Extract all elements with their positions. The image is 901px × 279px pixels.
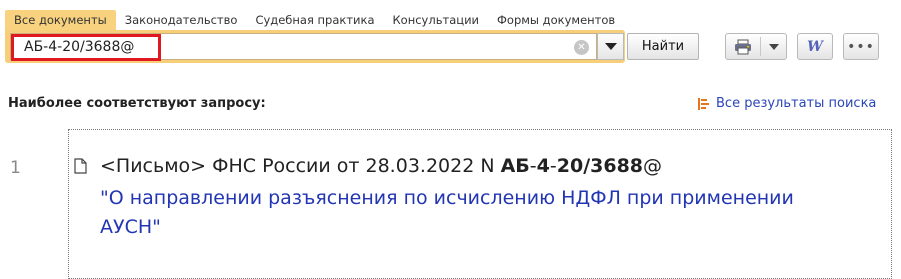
search-input[interactable]: АБ-4-20/3688@ ✕	[10, 33, 597, 61]
find-button[interactable]: Найти	[627, 33, 699, 60]
search-history-dropdown-button[interactable]	[597, 33, 624, 60]
document-icon	[74, 158, 87, 174]
tab-all-documents[interactable]: Все документы	[5, 10, 116, 30]
result-code-part: АБ	[500, 155, 530, 177]
tab-court-practice[interactable]: Судебная практика	[246, 10, 383, 30]
print-button[interactable]	[725, 33, 787, 60]
result-number: 1	[10, 158, 21, 178]
result-title-link[interactable]: "О направлении разъяснения по исчислению…	[100, 184, 860, 242]
export-to-word-button[interactable]: W	[797, 33, 833, 60]
search-tabs: Все документы Законодательство Судебная …	[5, 10, 624, 30]
result-code-part: 4	[536, 155, 550, 177]
search-bar: АБ-4-20/3688@ ✕	[5, 30, 625, 63]
result-code-part: 20	[556, 155, 584, 177]
all-results-label[interactable]: Все результаты поиска	[716, 96, 876, 111]
tab-legislation[interactable]: Законодательство	[116, 10, 247, 30]
result-code-part: 3688	[590, 155, 644, 177]
tab-document-forms[interactable]: Формы документов	[488, 10, 624, 30]
clear-icon[interactable]: ✕	[574, 40, 589, 55]
print-button-divider	[760, 37, 761, 56]
highlight-outline	[11, 34, 161, 61]
results-list-icon	[698, 97, 709, 110]
word-export-icon: W	[807, 38, 823, 55]
printer-icon	[735, 39, 751, 55]
result-code-sep: @	[643, 155, 663, 177]
result-code-sep: -	[549, 155, 557, 177]
more-dots-icon: •••	[847, 38, 875, 55]
print-options-chevron-icon[interactable]	[769, 44, 779, 50]
tab-consultations[interactable]: Консультации	[384, 10, 489, 30]
result-prefix: <Письмо> ФНС России от 28.03.2022 N	[100, 155, 501, 177]
chevron-down-icon	[604, 43, 617, 50]
result-code-sep: -	[529, 155, 537, 177]
result-document-line: <Письмо> ФНС России от 28.03.2022 N АБ-4…	[100, 155, 662, 177]
results-heading: Наиболее соответствуют запросу:	[8, 96, 266, 111]
all-results-link[interactable]: Все результаты поиска	[697, 96, 876, 111]
more-options-button[interactable]: •••	[843, 33, 879, 60]
